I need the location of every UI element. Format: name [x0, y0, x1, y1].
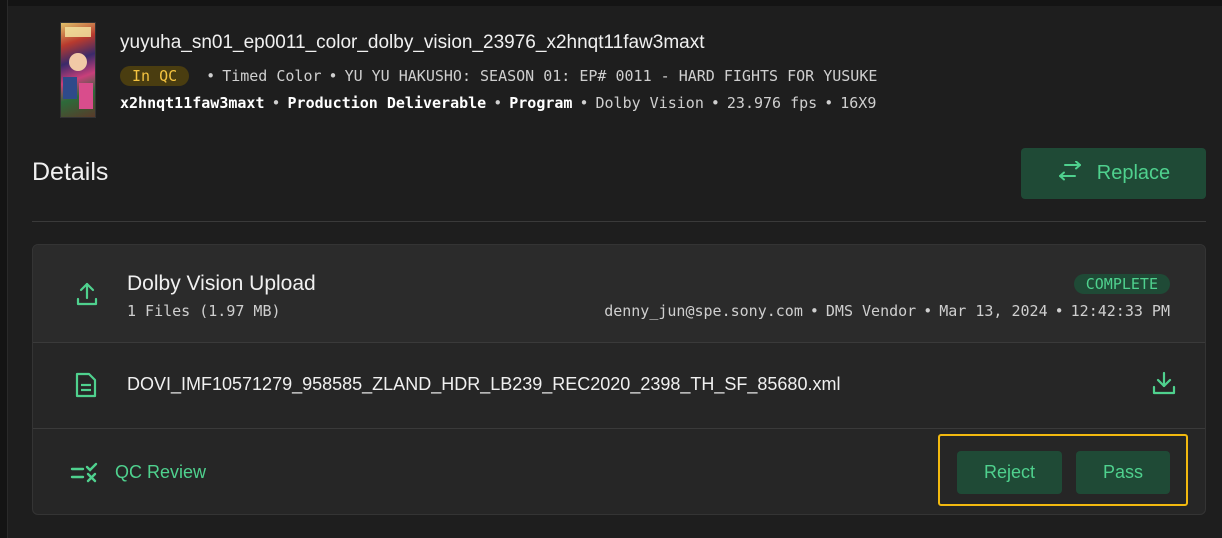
video-format: Dolby Vision: [595, 94, 704, 112]
upload-row: Dolby Vision Upload 1 Files (1.97 MB) CO…: [33, 245, 1205, 343]
asset-meta-line-2: x2hnqt11faw3maxt • Production Deliverable •…: [120, 94, 877, 112]
window-top-edge: [0, 0, 1222, 6]
series-episode: YU YU HAKUSHO: SEASON 01: EP# 0011 - HAR…: [344, 67, 878, 85]
uploader-email: denny_jun@spe.sony.com: [604, 302, 803, 320]
checklist-icon: [70, 462, 98, 483]
separator: •: [206, 67, 216, 85]
window-left-edge: [0, 0, 8, 538]
asset-thumbnail: [60, 22, 96, 118]
pass-button[interactable]: Pass: [1076, 451, 1170, 494]
aspect-ratio: 16X9: [840, 94, 877, 112]
reject-button[interactable]: Reject: [957, 451, 1062, 494]
swap-arrows-icon: [1057, 160, 1083, 187]
complete-badge: COMPLETE: [1073, 274, 1170, 294]
replace-label: Replace: [1096, 162, 1171, 184]
upload-title: Dolby Vision Upload: [127, 272, 316, 295]
asset-type: Timed Color: [222, 67, 322, 85]
asset-id: x2hnqt11faw3maxt: [120, 94, 265, 112]
separator: •: [328, 67, 338, 85]
asset-meta-line-1: In QC • Timed Color • YU YU HAKUSHO: SEA…: [120, 66, 877, 86]
deliverable-type: Production Deliverable: [287, 94, 487, 112]
file-row[interactable]: DOVI_IMF10571279_958585_ZLAND_HDR_LB239_…: [33, 343, 1205, 429]
program-type: Program: [509, 94, 573, 112]
frame-rate: 23.976 fps: [726, 94, 818, 112]
upload-date: Mar 13, 2024: [939, 302, 1048, 320]
uploader-role: DMS Vendor: [825, 302, 917, 320]
qc-review-link[interactable]: QC Review: [115, 462, 206, 483]
upload-meta: denny_jun@spe.sony.com • DMS Vendor • Mar 13…: [604, 302, 1170, 320]
document-icon: [75, 372, 97, 398]
upload-file-count: 1 Files (1.97 MB): [127, 302, 281, 320]
upload-time: 12:42:33 PM: [1070, 302, 1170, 320]
download-icon[interactable]: [1152, 371, 1176, 395]
asset-detail-page: yuyuha_sn01_ep0011_color_dolby_vision_23…: [0, 0, 1222, 538]
status-badge: In QC: [120, 66, 190, 86]
asset-title: yuyuha_sn01_ep0011_color_dolby_vision_23…: [120, 32, 705, 53]
file-name: DOVI_IMF10571279_958585_ZLAND_HDR_LB239_…: [127, 374, 841, 394]
section-title: Details: [32, 158, 109, 186]
divider: [32, 221, 1206, 222]
replace-button[interactable]: Replace: [1021, 148, 1206, 199]
upload-icon: [76, 282, 98, 306]
